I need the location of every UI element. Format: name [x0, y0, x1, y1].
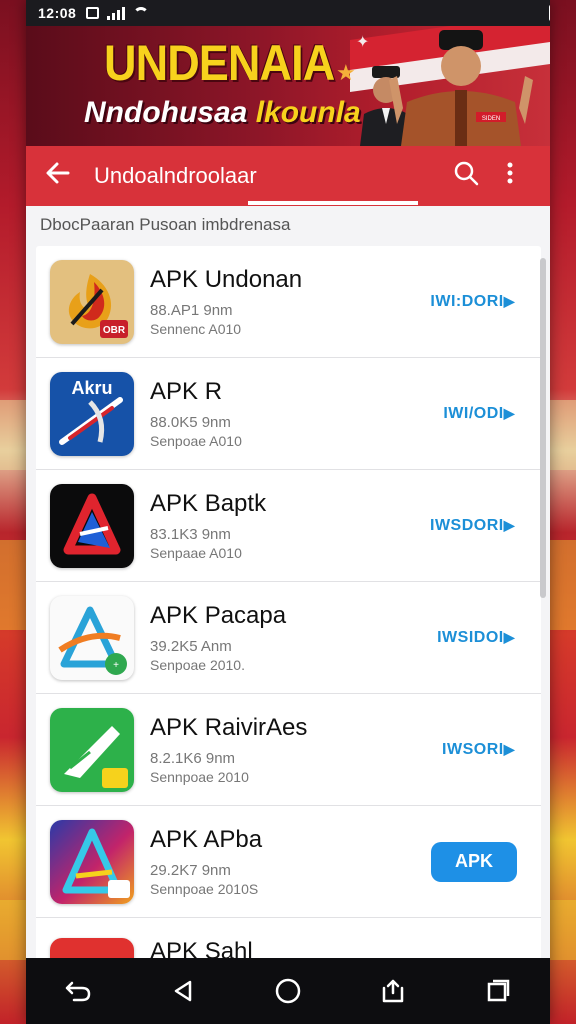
list-item[interactable]: OBR APK Undonan 88.AP1 9nm Sennenc A010 …	[36, 246, 541, 358]
svg-text:Akru: Akru	[71, 378, 112, 398]
app-size: 8.2.1K6 9nm	[150, 750, 236, 767]
star-icon: ★	[336, 60, 356, 85]
app-size: 29.2K7 9nm	[150, 862, 231, 879]
section-label: DbocPaaran Pusoan imbdrenasa	[40, 215, 291, 234]
banner-subtitle-accent: lkounla	[255, 96, 361, 129]
chevron-right-icon: ▶	[503, 404, 515, 421]
list-item[interactable]: APK Baptk 83.1K3 9nm Senpaae A010 IWSDOR…	[36, 470, 541, 582]
app-size: 88.AP1 9nm	[150, 302, 233, 319]
download-link[interactable]: IWI/ODI▶	[443, 405, 515, 423]
app-date: Sennpoae 2010	[150, 769, 249, 785]
signal-icon	[107, 6, 126, 20]
navigation-bar	[26, 958, 550, 1024]
app-date: Senpaae A010	[150, 545, 242, 561]
banner-title: UNDENAIA	[104, 35, 335, 91]
chevron-right-icon: ▶	[503, 628, 515, 645]
a-logo-white-app-icon: +	[50, 595, 134, 680]
chevron-right-icon: ▶	[503, 516, 515, 533]
share-icon[interactable]	[373, 971, 413, 1011]
flame-app-icon: OBR	[50, 259, 134, 344]
list-item[interactable]: APK APba 29.2K7 9nm Sennpoae 2010S APK	[36, 806, 541, 918]
list-item[interactable]: APK RaivirAes 8.2.1K6 9nm Sennpoae 2010 …	[36, 694, 541, 806]
app-size: 88.0K5 9nm	[150, 414, 231, 431]
a-logo-black-app-icon	[50, 483, 134, 568]
apk-download-button[interactable]: APK	[431, 841, 517, 882]
app-date: Senpoae A010	[150, 433, 242, 449]
recents-square-icon[interactable]	[478, 971, 518, 1011]
svg-text:+: +	[113, 660, 119, 671]
promo-banner[interactable]: ✦ ★ ★ SIDEN UNDENAIA Nndohusaa lkounla	[26, 26, 550, 146]
battery-icon	[549, 5, 550, 21]
star-icon: ✦	[356, 34, 370, 51]
tab-indicator	[248, 201, 418, 205]
list-item[interactable]: + APK Pacapa 39.2K5 Anm Senpoae 2010. IW…	[36, 582, 541, 694]
app-name: APK RaivirAes	[150, 714, 308, 741]
app-name: APK Undonan	[150, 266, 303, 293]
app-bar: Undoalndroolaar	[26, 146, 550, 206]
app-name: APK Pacapa	[150, 602, 287, 629]
more-vert-icon[interactable]	[488, 161, 532, 192]
back-triangle-icon[interactable]	[163, 971, 203, 1011]
scrollbar[interactable]	[540, 258, 546, 598]
person-illustration: SIDEN	[389, 30, 533, 146]
app-name: APK R	[150, 378, 223, 405]
download-link[interactable]: IWSDORI▶	[430, 517, 515, 535]
chevron-right-icon: ▶	[503, 740, 515, 757]
home-circle-icon[interactable]	[268, 971, 308, 1011]
download-link[interactable]: IWI:DORI▶	[430, 293, 515, 311]
app-size: 83.1K3 9nm	[150, 526, 231, 543]
banner-badge-text: SIDEN	[482, 116, 500, 122]
gradient-a-app-icon	[50, 819, 134, 904]
app-bar-title: Undoalndroolaar	[94, 163, 257, 188]
download-link[interactable]: IWSORI▶	[442, 741, 515, 759]
wifi-icon	[133, 7, 150, 19]
download-link[interactable]: IWSIDOI▶	[437, 629, 515, 647]
notification-icon	[86, 7, 100, 19]
app-date: Sennpoae 2010S	[150, 881, 259, 897]
svg-text:OBR: OBR	[103, 325, 126, 336]
akru-app-icon: Akru	[50, 371, 134, 456]
app-size: 39.2K5 Anm	[150, 638, 232, 655]
green-app-icon	[50, 707, 134, 792]
app-name: APK Baptk	[150, 490, 267, 517]
app-date: Sennenc A010	[150, 321, 242, 337]
back-arrow-icon[interactable]	[44, 159, 84, 194]
app-date: Senpoae 2010.	[150, 657, 245, 673]
phone-screen: 12:08 ✦ ★ ★ SIDEN	[26, 0, 550, 1024]
list-item[interactable]: APK Sahl	[36, 918, 541, 961]
banner-subtitle: Nndohusaa lkounla	[84, 96, 361, 130]
app-list: OBR APK Undonan 88.AP1 9nm Sennenc A010 …	[36, 246, 541, 961]
chevron-right-icon: ▶	[503, 292, 515, 309]
list-item[interactable]: Akru APK R 88.0K5 9nm Senpoae A010 IWI/O…	[36, 358, 541, 470]
search-icon[interactable]	[444, 160, 488, 193]
banner-subtitle-main: Nndohusaa	[84, 96, 248, 129]
app-name: APK APba	[150, 826, 263, 853]
status-time: 12:08	[38, 5, 77, 21]
undo-icon[interactable]	[58, 971, 98, 1011]
status-bar: 12:08	[26, 0, 550, 26]
